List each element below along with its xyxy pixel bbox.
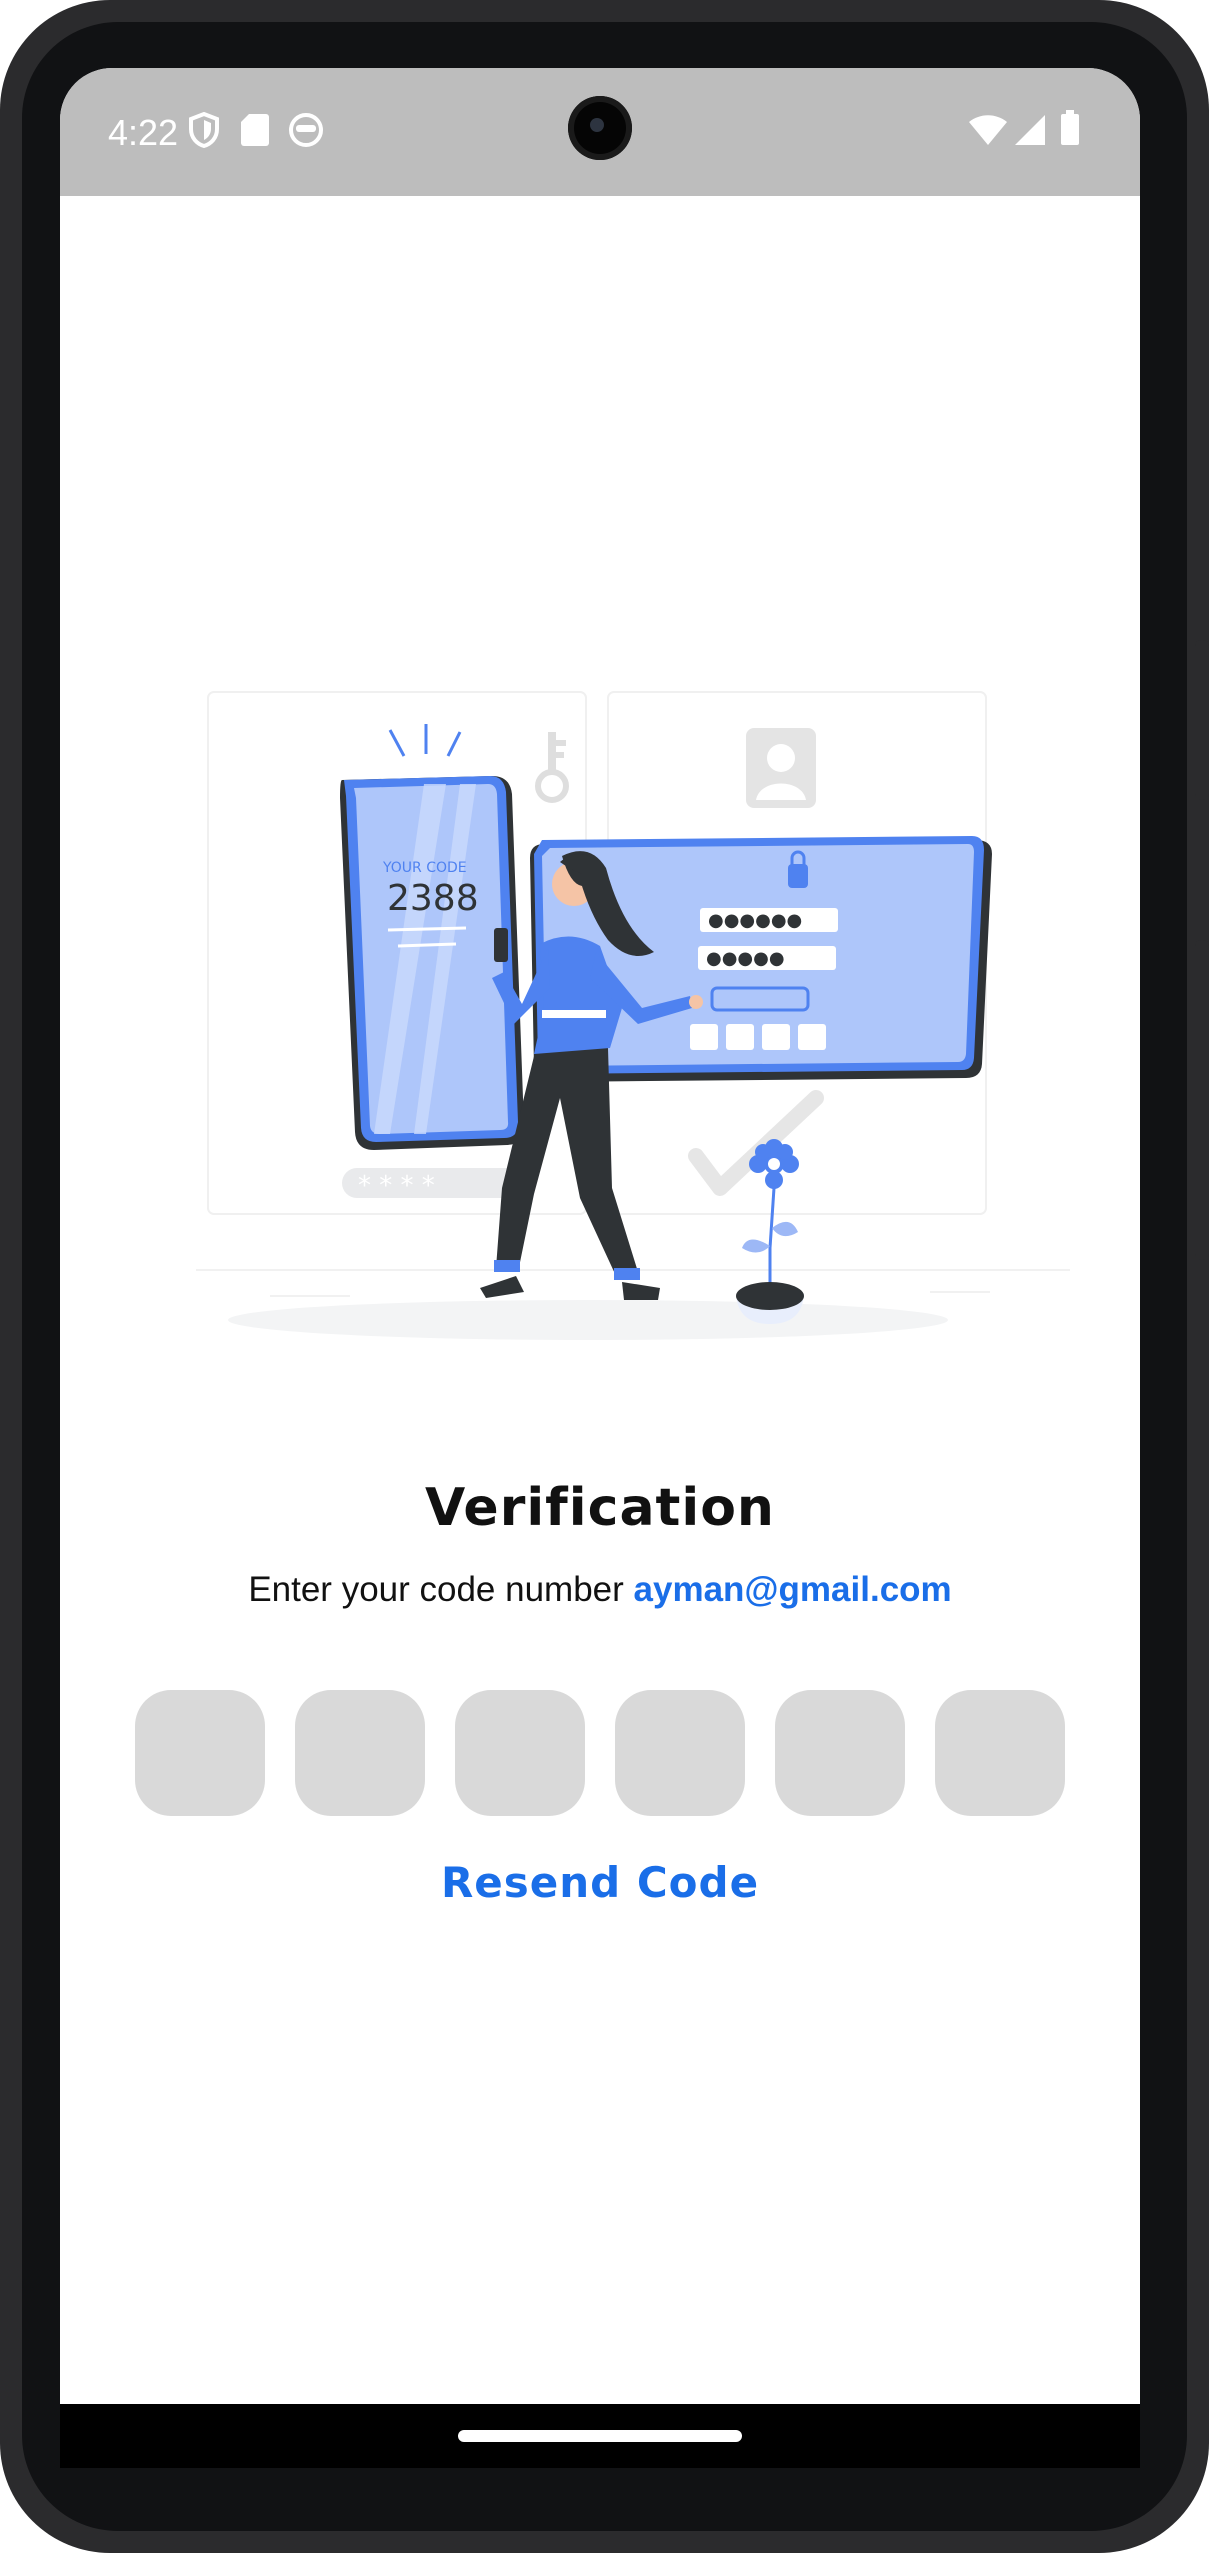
sd-card-icon [240,112,270,153]
code-digit-2[interactable] [295,1690,425,1816]
status-bar: 4:22 [60,68,1140,196]
phone-code-label: YOUR CODE [382,860,467,876]
code-digit-5[interactable] [775,1690,905,1816]
code-input-row [135,1690,1065,1816]
svg-text:●●●●●: ●●●●● [706,948,785,969]
code-digit-6[interactable] [935,1690,1065,1816]
face-icon [288,112,324,153]
code-digit-3[interactable] [455,1690,585,1816]
screen: 4:22 * * * * YOUR CODE 2388 ●●●●●● ●●●●●… [60,68,1140,2468]
page-title: Verification [425,1478,775,1538]
device-frame: 4:22 * * * * YOUR CODE 2388 ●●●●●● ●●●●●… [0,0,1209,2553]
wifi-icon [968,114,1008,151]
cell-signal-icon [1014,114,1046,151]
power-button [1195,640,1209,800]
code-digit-1[interactable] [135,1690,265,1816]
resend-code-button[interactable]: Resend Code [60,1858,1140,1907]
instruction-label: Enter your code number [248,1570,624,1609]
front-camera [568,96,632,160]
verification-illustration: * * * * YOUR CODE 2388 ●●●●●● ●●●●● [130,628,1126,1408]
battery-icon [1060,110,1080,151]
navigation-bar [60,2404,1140,2468]
volume-button [1195,940,1209,1260]
code-digit-4[interactable] [615,1690,745,1816]
svg-text:* * * *: * * * * [358,1171,435,1201]
phone-code-value: 2388 [387,878,479,919]
instruction-text: Enter your code number ayman@gmail.com [60,1570,1140,1610]
home-handle[interactable] [458,2430,742,2442]
svg-text:●●●●●●: ●●●●●● [708,910,802,931]
status-time: 4:22 [108,112,179,153]
email-link[interactable]: ayman@gmail.com [634,1570,952,1609]
shield-icon [188,111,220,153]
